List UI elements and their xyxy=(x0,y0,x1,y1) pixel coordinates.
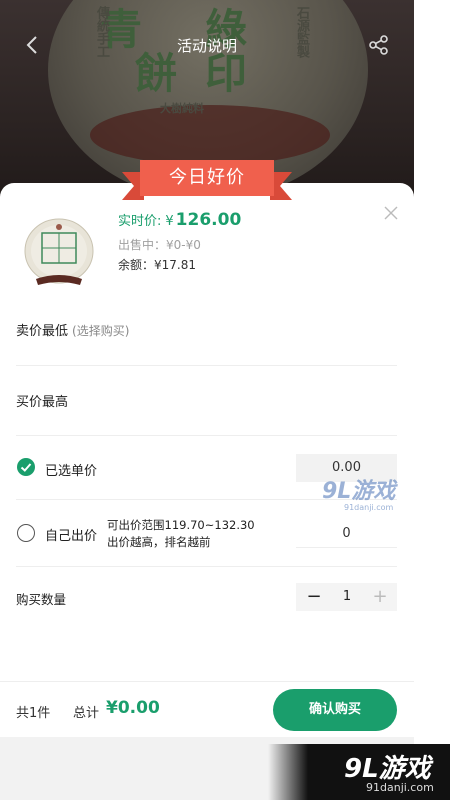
lowest-sell-label: 卖价最低 xyxy=(16,324,69,339)
watermark-center: 9L游戏 91danji.com xyxy=(322,473,395,512)
watermark-logo-text: 9L游戏 xyxy=(344,754,431,784)
increase-button[interactable]: + xyxy=(370,583,390,611)
total-label: 总计 xyxy=(73,706,100,721)
own-bid-label: 自己出价 xyxy=(45,529,98,544)
watermark-url: 91danji.com xyxy=(366,781,434,794)
selected-unit-label: 已选单价 xyxy=(45,464,98,479)
bottom-text: 大樹純料 xyxy=(160,102,204,115)
price-value: 126.00 xyxy=(175,210,242,230)
selected-check-icon[interactable] xyxy=(17,458,35,476)
ribbon-label: 今日好价 xyxy=(140,160,274,196)
lowest-sell-row[interactable]: 卖价最低 (选择购买) xyxy=(16,320,129,339)
quantity-value[interactable]: 1 xyxy=(330,583,364,611)
own-bid-range: 可出价范围119.70~132.30 出价越高，排名越前 xyxy=(107,517,255,551)
right-edge-strip xyxy=(414,0,450,800)
realtime-price: 实时价: ¥ 126.00 xyxy=(118,210,241,230)
share-icon[interactable] xyxy=(368,34,390,56)
watermark-corner: 9L游戏 91danji.com xyxy=(268,744,450,800)
watermark-logo-text: 9L游戏 xyxy=(322,479,396,504)
price-currency: ¥ xyxy=(165,214,174,229)
own-bid-radio[interactable] xyxy=(17,524,35,542)
selling-range: 出售中：¥0-¥0 xyxy=(118,238,201,252)
quantity-stepper: − 1 + xyxy=(296,583,397,611)
decrease-button[interactable]: − xyxy=(304,583,324,611)
account-balance: 余额：¥17.81 xyxy=(118,258,196,272)
todays-deal-ribbon: 今日好价 xyxy=(122,160,292,204)
own-bid-range-text: 可出价范围119.70~132.30 xyxy=(107,518,255,532)
quantity-label: 购买数量 xyxy=(16,592,67,607)
divider xyxy=(16,365,397,366)
top-nav-bar: 活动说明 xyxy=(0,22,414,70)
lowest-sell-hint: (选择购买) xyxy=(72,324,130,338)
checkout-footer: 共1件 总计 ¥0.00 确认购买 xyxy=(0,681,414,737)
highest-buy-row[interactable]: 买价最高 xyxy=(16,391,68,410)
product-thumbnail xyxy=(24,218,94,285)
divider xyxy=(16,435,397,436)
divider xyxy=(16,566,397,567)
own-bid-note: 出价越高，排名越前 xyxy=(107,535,211,549)
item-count: 共1件 xyxy=(16,706,51,721)
price-label: 实时价: xyxy=(118,214,162,229)
close-icon[interactable] xyxy=(384,206,398,220)
app-screen: 青 綠 餅 印 傳統手工 石源監製 大樹純料 活动说明 今日好价 实时价: ¥ … xyxy=(0,0,450,800)
watermark-url: 91danji.com xyxy=(344,503,394,512)
tea-stand-image xyxy=(90,105,330,165)
total-amount: ¥0.00 xyxy=(106,698,160,718)
own-bid-input[interactable]: 0 xyxy=(296,520,397,548)
page-title: 活动说明 xyxy=(176,37,237,55)
confirm-buy-button[interactable]: 确认购买 xyxy=(273,689,397,731)
